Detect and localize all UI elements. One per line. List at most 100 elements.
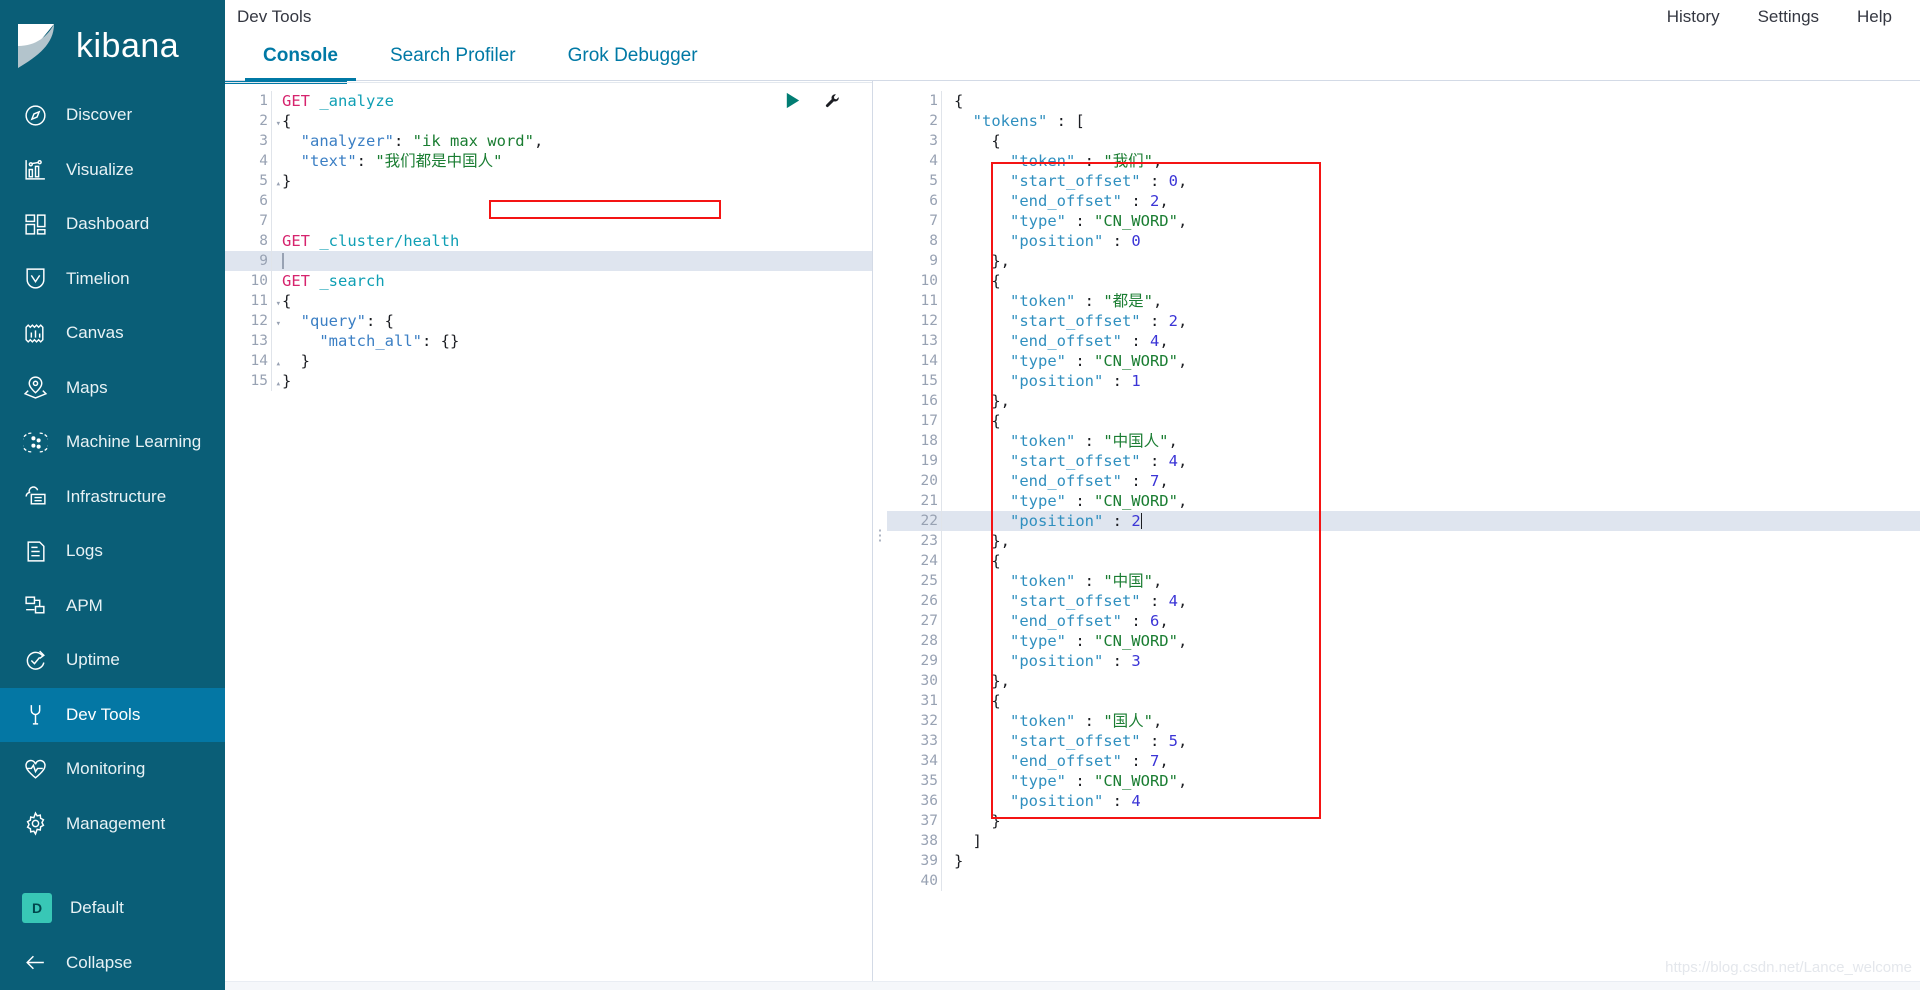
code-line[interactable]: 38 ]	[887, 831, 1920, 851]
code-line[interactable]: 37▴ }	[887, 811, 1920, 831]
request-code[interactable]: 1 GET _analyze 2 ▾{3 "analyzer": "ik max wo…	[225, 81, 872, 990]
line-number: 37▴	[920, 813, 938, 829]
sidebar-item-maps[interactable]: Maps	[0, 361, 225, 416]
tab-search-profiler[interactable]: Search Profiler	[364, 45, 542, 80]
sidebar-item-timelion[interactable]: Timelion	[0, 252, 225, 307]
code-line[interactable]: 34 "end_offset" : 7,	[887, 751, 1920, 771]
pane-resizer-handle[interactable]: ⋮	[873, 81, 888, 990]
code-text: "end_offset" : 2,	[954, 192, 1169, 210]
code-line[interactable]: 10▾ {	[887, 271, 1920, 291]
code-line[interactable]: 16▴ },	[887, 391, 1920, 411]
code-line[interactable]: 4 "token" : "我们",	[887, 151, 1920, 171]
sidebar-item-dev-tools[interactable]: Dev Tools	[0, 687, 225, 743]
code-line[interactable]: 12 ▾ "query": {	[225, 311, 872, 331]
code-line[interactable]: 7 "type" : "CN_WORD",	[887, 211, 1920, 231]
code-line[interactable]: 4 "text": "我们都是中国人"	[225, 151, 872, 171]
code-line[interactable]: 8 "position" : 0	[887, 231, 1920, 251]
code-line[interactable]: 28 "type" : "CN_WORD",	[887, 631, 1920, 651]
code-line[interactable]: 20 "end_offset" : 7,	[887, 471, 1920, 491]
code-line[interactable]: 2▾ "tokens" : [	[887, 111, 1920, 131]
code-line[interactable]: 21 "type" : "CN_WORD",	[887, 491, 1920, 511]
code-line[interactable]: 39▴}	[887, 851, 1920, 871]
sidebar-item-discover[interactable]: Discover	[0, 88, 225, 143]
code-line[interactable]: 5 "start_offset" : 0,	[887, 171, 1920, 191]
tab-grok-debugger[interactable]: Grok Debugger	[542, 45, 724, 80]
response-code[interactable]: 1▾{2▾ "tokens" : [3▾ {4 "token" : "我们",5…	[887, 81, 1920, 990]
code-line[interactable]: 13 "end_offset" : 4,	[887, 331, 1920, 351]
code-line[interactable]: 24▾ {	[887, 551, 1920, 571]
code-line[interactable]: 22 "position" : 2	[887, 511, 1920, 531]
sidebar-item-canvas[interactable]: Canvas	[0, 306, 225, 361]
code-line[interactable]: 26 "start_offset" : 4,	[887, 591, 1920, 611]
code-line[interactable]: 23▴ },	[887, 531, 1920, 551]
gutter-divider	[941, 811, 942, 831]
code-line[interactable]: 18 "token" : "中国人",	[887, 431, 1920, 451]
uptime-icon	[22, 647, 48, 673]
code-line[interactable]: 25 "token" : "中国",	[887, 571, 1920, 591]
kibana-brand[interactable]: kibana	[0, 10, 225, 88]
code-line[interactable]: 33 "start_offset" : 5,	[887, 731, 1920, 751]
code-line[interactable]: 3▾ {	[887, 131, 1920, 151]
code-line[interactable]: 9▴ },	[887, 251, 1920, 271]
code-line[interactable]: 13 "match_all": {}	[225, 331, 872, 351]
sidebar-item-space-default[interactable]: D Default	[0, 881, 225, 936]
fold-close-icon[interactable]: ▴	[271, 374, 281, 394]
code-line[interactable]: 10 GET _search	[225, 271, 872, 291]
code-line[interactable]: 15 ▴}	[225, 371, 872, 391]
code-line[interactable]: 14 "type" : "CN_WORD",	[887, 351, 1920, 371]
sidebar-item-infrastructure[interactable]: Infrastructure	[0, 470, 225, 525]
code-line[interactable]: 6	[225, 191, 872, 211]
line-number: 2▾	[225, 111, 281, 131]
code-line[interactable]: 14 ▴ }	[225, 351, 872, 371]
sidebar-item-management[interactable]: Management	[0, 797, 225, 852]
code-line[interactable]: 3 "analyzer": "ik max word",	[225, 131, 872, 151]
code-line[interactable]: 19 "start_offset" : 4,	[887, 451, 1920, 471]
code-line[interactable]: 5 ▴}	[225, 171, 872, 191]
gutter-divider	[941, 791, 942, 811]
wrench-settings-icon[interactable]	[824, 92, 842, 110]
sidebar-item-monitoring[interactable]: Monitoring	[0, 742, 225, 797]
gutter-divider	[941, 771, 942, 791]
code-line[interactable]: 30▴ },	[887, 671, 1920, 691]
code-line[interactable]: 1 GET _analyze	[225, 91, 872, 111]
code-line[interactable]: 8 GET _cluster/health	[225, 231, 872, 251]
header-link-help[interactable]: Help	[1857, 7, 1892, 27]
code-line[interactable]: 31▾ {	[887, 691, 1920, 711]
gutter-divider	[271, 271, 272, 291]
code-line[interactable]: 35 "type" : "CN_WORD",	[887, 771, 1920, 791]
code-line[interactable]: 12 "start_offset" : 2,	[887, 311, 1920, 331]
code-line[interactable]: 17▾ {	[887, 411, 1920, 431]
header-link-settings[interactable]: Settings	[1758, 7, 1819, 27]
tab-console[interactable]: Console	[237, 45, 364, 81]
sidebar-item-machine-learning[interactable]: Machine Learning	[0, 415, 225, 470]
code-line[interactable]: 11 "token" : "都是",	[887, 291, 1920, 311]
code-line[interactable]: 9	[225, 251, 872, 271]
code-line[interactable]: 6 "end_offset" : 2,	[887, 191, 1920, 211]
code-line[interactable]: 7	[225, 211, 872, 231]
sidebar-item-visualize[interactable]: Visualize	[0, 143, 225, 198]
sidebar-collapse-button[interactable]: Collapse	[0, 935, 225, 990]
code-line[interactable]: 1▾ {	[887, 91, 1920, 111]
code-line[interactable]: 11 ▾{	[225, 291, 872, 311]
play-icon[interactable]	[783, 91, 802, 110]
code-line[interactable]: 2 ▾{	[225, 111, 872, 131]
sidebar-item-uptime[interactable]: Uptime	[0, 633, 225, 688]
sidebar-item-dashboard[interactable]: Dashboard	[0, 197, 225, 252]
code-line[interactable]: 32 "token" : "国人",	[887, 711, 1920, 731]
sidebar-item-apm[interactable]: APM	[0, 579, 225, 634]
sidebar-item-logs[interactable]: Logs	[0, 524, 225, 579]
code-line[interactable]: 27 "end_offset" : 6,	[887, 611, 1920, 631]
line-number: 3▾	[929, 133, 938, 149]
code-text: "position" : 2	[954, 512, 1143, 530]
gutter-divider	[271, 251, 272, 271]
code-line[interactable]: 36 "position" : 4	[887, 791, 1920, 811]
code-text: },	[954, 392, 1010, 410]
header-link-history[interactable]: History	[1667, 7, 1720, 27]
request-pane[interactable]: 1 GET _analyze 2 ▾{3 "analyzer": "ik max wo…	[225, 81, 873, 990]
request-actions	[783, 91, 842, 110]
code-line[interactable]: 40	[887, 871, 1920, 891]
code-line[interactable]: 15 "position" : 1	[887, 371, 1920, 391]
code-line[interactable]: 29 "position" : 3	[887, 651, 1920, 671]
kibana-logo-icon	[14, 22, 62, 70]
response-pane[interactable]: 1▾{2▾ "tokens" : [3▾ {4 "token" : "我们",5…	[887, 81, 1920, 990]
